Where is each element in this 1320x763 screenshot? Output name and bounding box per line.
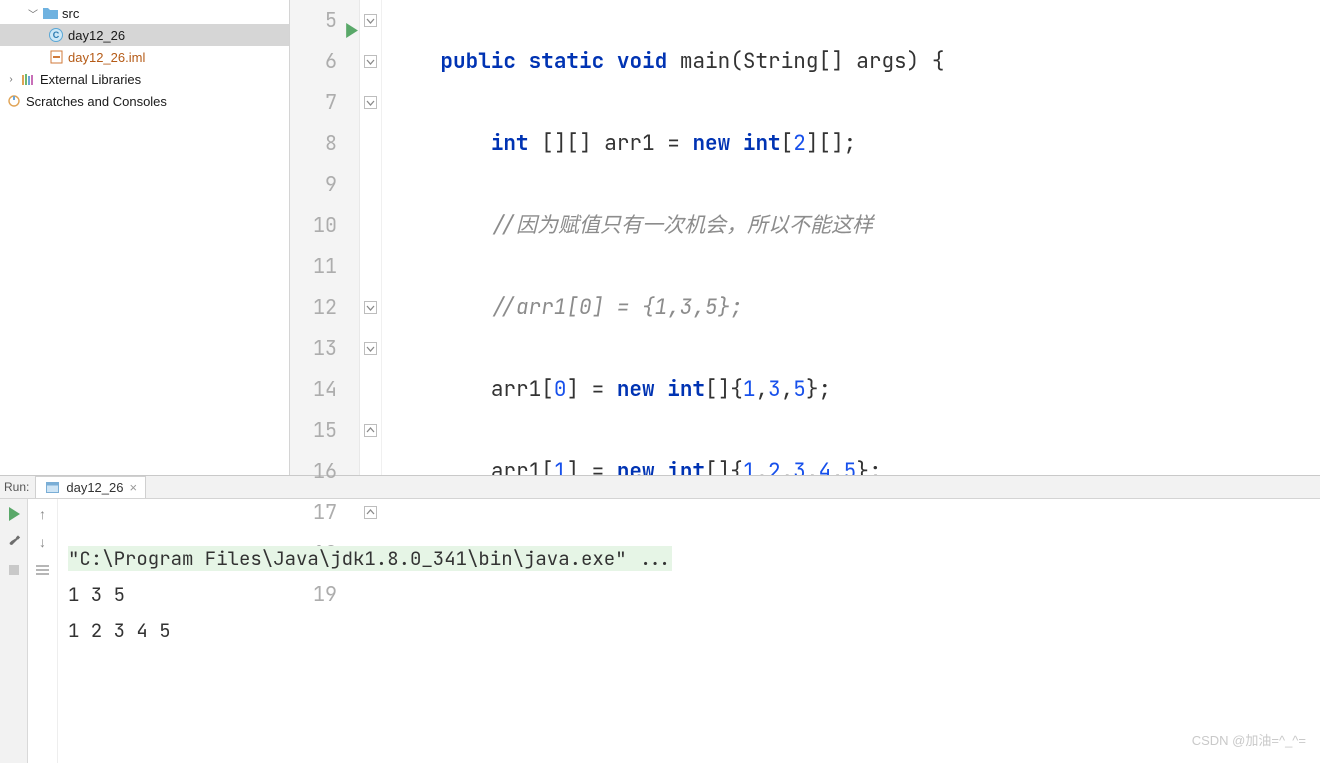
- stop-button[interactable]: [5, 561, 23, 579]
- run-nav: ↑ ↓: [28, 499, 58, 763]
- run-command-line: "C:\Program Files\Java\jdk1.8.0_341\bin\…: [68, 546, 672, 571]
- fold-open-icon[interactable]: [364, 96, 377, 109]
- project-tree[interactable]: ﹀ src C day12_26 day12_26.iml ›: [0, 0, 290, 475]
- line-gutter: 5 6 7 8 9 10 11 12 13 14 15 16 17 18 19: [290, 0, 360, 475]
- code-line: int [][] arr1 = new int[2][];: [390, 123, 1320, 164]
- tree-label: day12_26: [68, 28, 125, 43]
- rerun-button[interactable]: [5, 505, 23, 523]
- close-icon[interactable]: ×: [129, 480, 137, 495]
- settings-button[interactable]: [5, 533, 23, 551]
- iml-icon: [48, 49, 64, 65]
- run-toolwindow: ↑ ↓ "C:\Program Files\Java\jdk1.8.0_341\…: [0, 498, 1320, 763]
- fold-open-icon[interactable]: [364, 14, 377, 27]
- output-line: 1 3 5: [68, 577, 1310, 613]
- code-line: //因为赋值只有一次机会，所以不能这样: [390, 205, 1320, 246]
- code-line: arr1[0] = new int[]{1,3,5};: [390, 369, 1320, 410]
- code-line: arr1[1] = new int[]{1,2,3,4,5};: [390, 451, 1320, 475]
- svg-text:C: C: [53, 30, 60, 40]
- run-tab[interactable]: day12_26 ×: [35, 476, 146, 498]
- code-area[interactable]: public static void main(String[] args) {…: [382, 0, 1320, 475]
- scratch-icon: [6, 93, 22, 109]
- soft-wrap-icon[interactable]: [34, 561, 52, 579]
- tree-file-iml[interactable]: day12_26.iml: [0, 46, 289, 68]
- up-icon[interactable]: ↑: [34, 505, 52, 523]
- tree-file-active[interactable]: C day12_26: [0, 24, 289, 46]
- code-line: //arr1[0] = {1,3,5};: [390, 287, 1320, 328]
- application-icon: [44, 480, 60, 496]
- code-editor[interactable]: 5 6 7 8 9 10 11 12 13 14 15 16 17 18 19: [290, 0, 1320, 475]
- chevron-down-icon: ﹀: [28, 6, 38, 21]
- tree-label: src: [62, 6, 79, 21]
- class-icon: C: [48, 27, 64, 43]
- folder-icon: [42, 5, 58, 21]
- tree-label: Scratches and Consoles: [26, 94, 167, 109]
- fold-open-icon[interactable]: [364, 342, 377, 355]
- fold-open-icon[interactable]: [364, 55, 377, 68]
- run-output[interactable]: "C:\Program Files\Java\jdk1.8.0_341\bin\…: [58, 499, 1320, 763]
- down-icon[interactable]: ↓: [34, 533, 52, 551]
- output-line: 1 2 3 4 5: [68, 613, 1310, 649]
- tree-folder-src[interactable]: ﹀ src: [0, 2, 289, 24]
- code-line: public static void main(String[] args) {: [390, 41, 1320, 82]
- tree-label: External Libraries: [40, 72, 141, 87]
- fold-open-icon[interactable]: [364, 301, 377, 314]
- watermark: CSDN @加油=^_^=: [1192, 723, 1306, 759]
- fold-close-icon[interactable]: [364, 424, 377, 437]
- tree-label: day12_26.iml: [68, 50, 145, 65]
- run-label: Run:: [4, 480, 29, 494]
- run-toolbar-left: [0, 499, 28, 763]
- chevron-right-icon: ›: [6, 74, 16, 85]
- library-icon: [20, 71, 36, 87]
- tree-external-libraries[interactable]: › External Libraries: [0, 68, 289, 90]
- tree-scratches[interactable]: Scratches and Consoles: [0, 90, 289, 112]
- run-toolwindow-header[interactable]: Run: day12_26 ×: [0, 475, 1320, 498]
- fold-column[interactable]: [360, 0, 382, 475]
- run-tab-label: day12_26: [66, 480, 123, 495]
